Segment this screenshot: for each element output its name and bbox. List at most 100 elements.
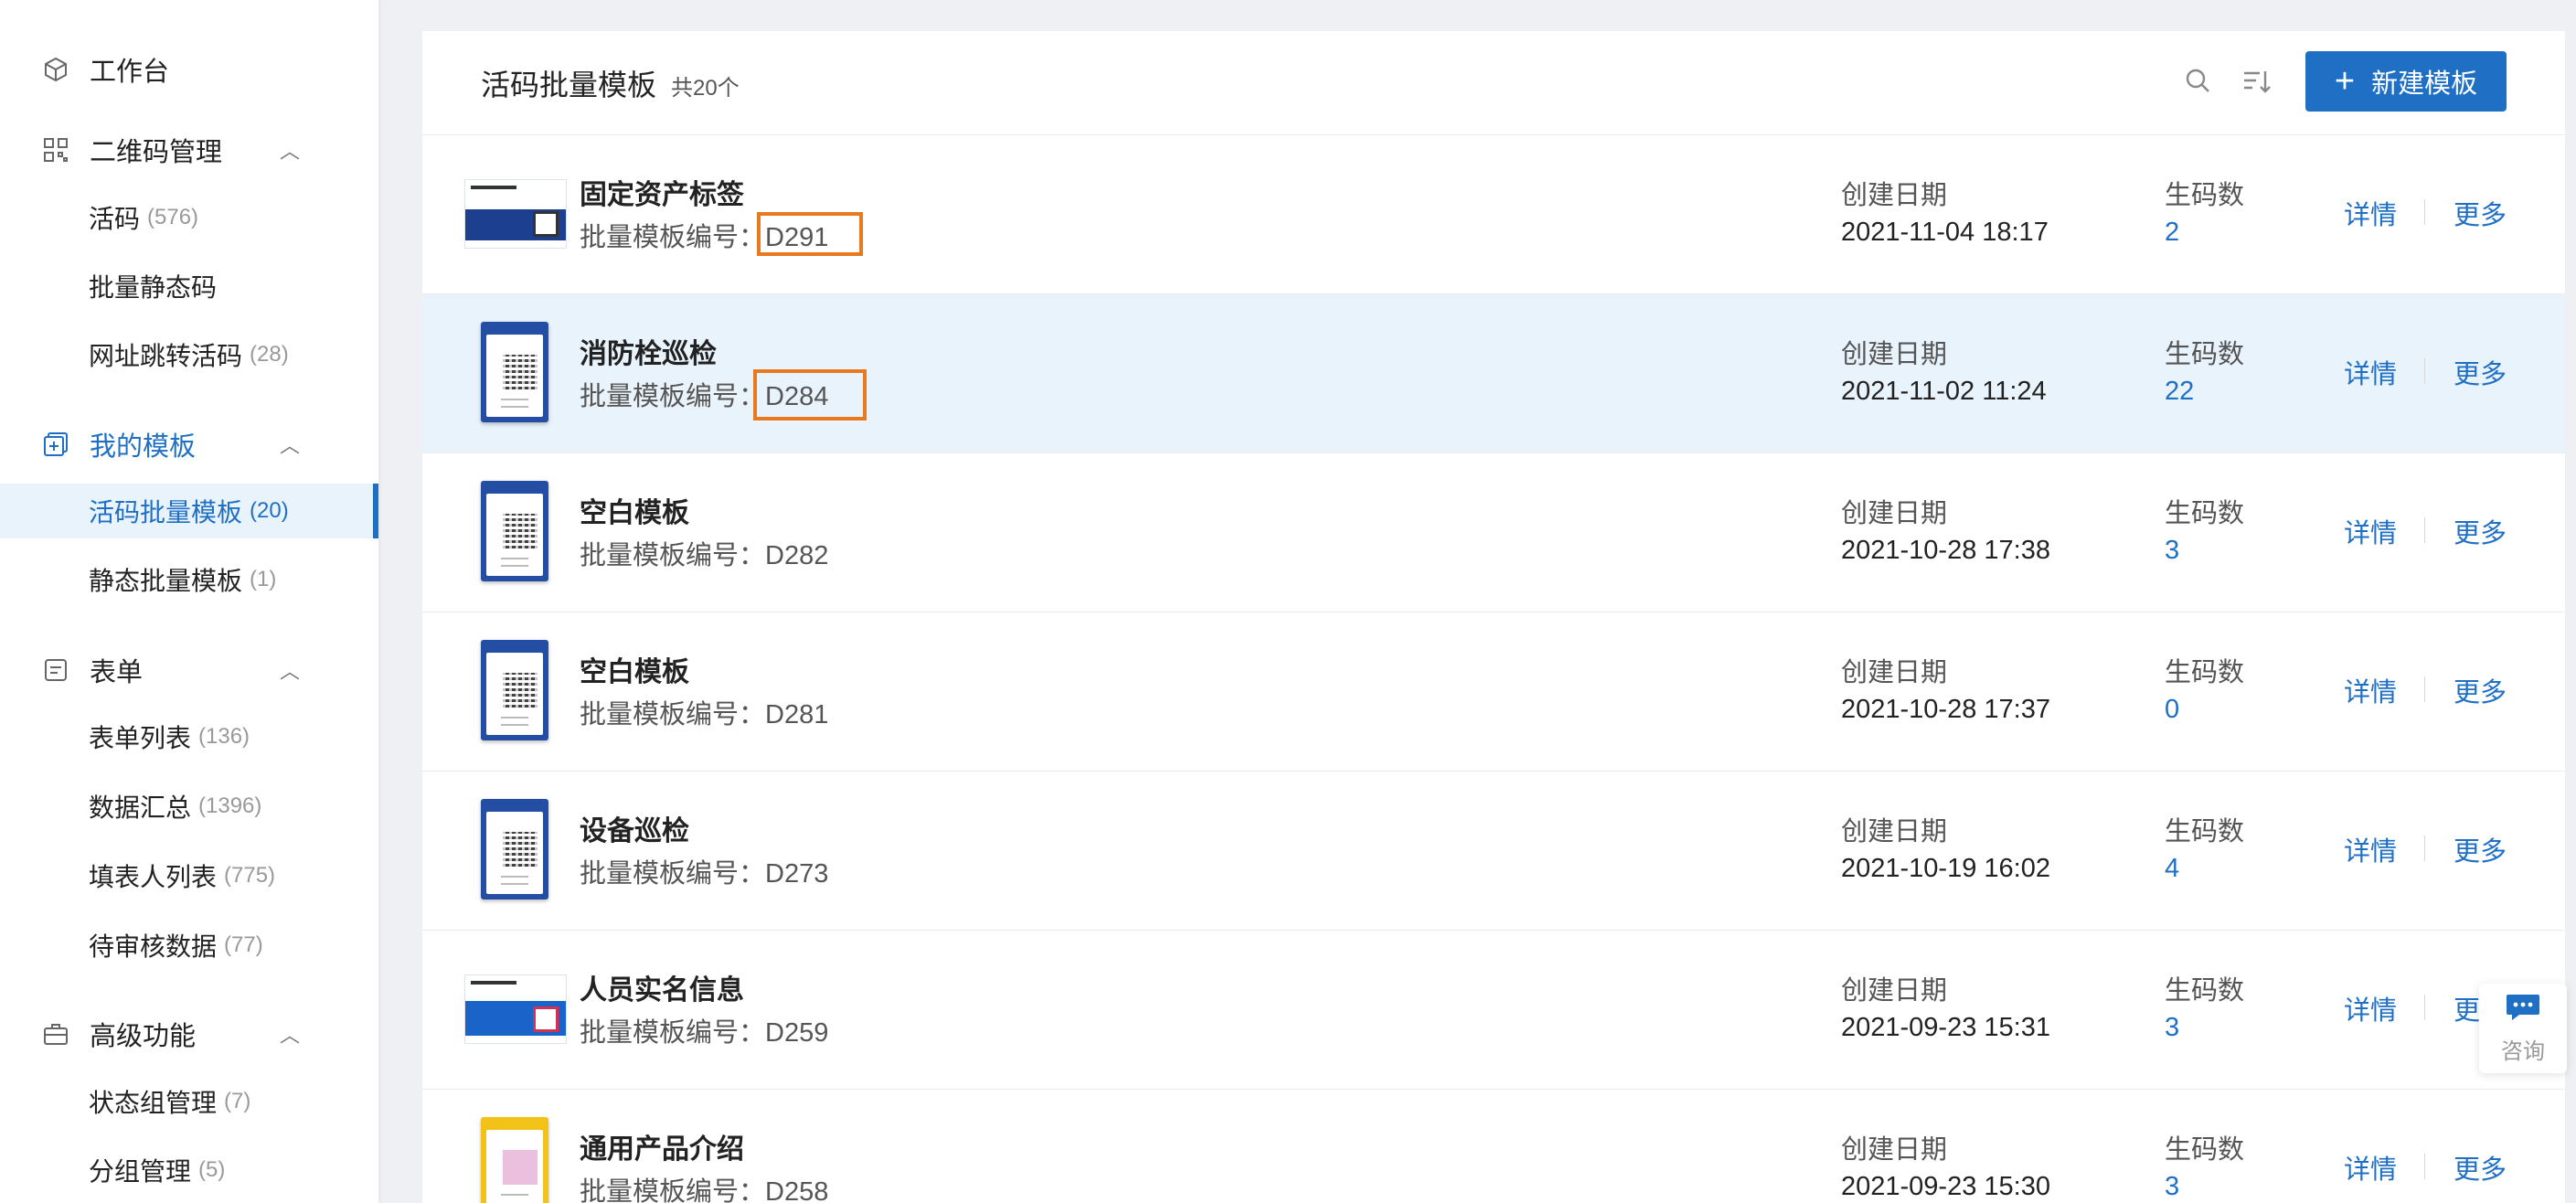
sidebar-item-form-list[interactable]: 表单列表 (136) — [0, 709, 378, 764]
code-count[interactable]: 3 — [2165, 536, 2179, 566]
chevron-up-icon: ︿ — [280, 1024, 301, 1047]
template-thumbnail — [481, 799, 548, 900]
sidebar-item-count: (775) — [224, 863, 276, 888]
sidebar-item-pending-review[interactable]: 待审核数据 (77) — [0, 918, 378, 973]
code-count[interactable]: 0 — [2165, 695, 2179, 725]
template-code-value: D273 — [765, 859, 829, 889]
divider — [2424, 199, 2425, 225]
template-thumbnail — [464, 179, 567, 249]
template-code-value: D258 — [765, 1177, 829, 1203]
divider — [2424, 1154, 2425, 1179]
more-link[interactable]: 更多 — [2454, 512, 2507, 550]
divider — [2424, 995, 2425, 1020]
table-row[interactable]: 消防栓巡检 批量模板编号：D284 创建日期 2021-11-02 11:24 … — [422, 294, 2565, 453]
sidebar-item-status-groups[interactable]: 状态组管理 (7) — [0, 1074, 378, 1129]
nav-group-forms[interactable]: 表单 ︿ — [0, 643, 378, 697]
table-row[interactable]: 设备巡检 批量模板编号：D273 创建日期 2021-10-19 16:02 生… — [422, 772, 2565, 931]
sidebar-item-count: (7) — [224, 1089, 251, 1113]
cube-icon — [40, 54, 71, 85]
sidebar-item-label: 待审核数据 — [89, 932, 218, 961]
sidebar-item-live-code[interactable]: 活码 (576) — [0, 190, 378, 245]
chevron-up-icon: ︿ — [280, 140, 301, 163]
code-count[interactable]: 2 — [2165, 218, 2179, 248]
template-thumbnail — [464, 974, 567, 1044]
code-count[interactable]: 3 — [2165, 1172, 2179, 1202]
divider — [2424, 517, 2425, 543]
date-label: 创建日期 — [1841, 817, 1948, 846]
detail-link[interactable]: 详情 — [2344, 512, 2397, 550]
total-count: 共20个 — [671, 76, 740, 101]
date-label: 创建日期 — [1841, 976, 1948, 1006]
more-link[interactable]: 更多 — [2454, 830, 2507, 868]
count-label: 生码数 — [2165, 658, 2245, 687]
sort-icon[interactable] — [2241, 66, 2274, 99]
table-row[interactable]: 空白模板 批量模板编号：D281 创建日期 2021-10-28 17:37 生… — [422, 612, 2565, 772]
template-code-label: 批量模板编号： — [580, 700, 766, 729]
nav-workbench[interactable]: 工作台 — [0, 42, 378, 97]
new-template-button[interactable]: + 新建模板 — [2305, 51, 2507, 112]
count-label: 生码数 — [2165, 340, 2245, 369]
new-template-label: 新建模板 — [2371, 69, 2478, 99]
nav-workbench-label: 工作台 — [90, 58, 170, 87]
sidebar-item-count: (576) — [147, 205, 199, 229]
sidebar-item-batch-static[interactable]: 批量静态码 — [0, 259, 378, 314]
template-code: 批量模板编号：D281 — [580, 693, 828, 731]
table-row[interactable]: 通用产品介绍 批量模板编号：D258 创建日期 2021-09-23 15:30… — [422, 1090, 2565, 1203]
sidebar-item-count: (28) — [250, 342, 289, 367]
consult-label: 咨询 — [2501, 1039, 2545, 1064]
sidebar-item-data-summary[interactable]: 数据汇总 (1396) — [0, 779, 378, 834]
more-link[interactable]: 更多 — [2454, 353, 2507, 391]
consult-button[interactable]: 咨询 — [2479, 984, 2567, 1073]
count-label: 生码数 — [2165, 181, 2245, 210]
table-row[interactable]: 空白模板 批量模板编号：D282 创建日期 2021-10-28 17:38 生… — [422, 453, 2565, 612]
template-name: 人员实名信息 — [580, 975, 744, 1006]
nav-group-qr[interactable]: 二维码管理 ︿ — [0, 122, 378, 177]
nav-group-advanced[interactable]: 高级功能 ︿ — [0, 1006, 378, 1061]
search-icon[interactable] — [2183, 66, 2216, 99]
created-date: 2021-10-28 17:37 — [1841, 695, 2050, 724]
table-row[interactable]: 固定资产标签 批量模板编号：D291 创建日期 2021-11-04 18:17… — [422, 135, 2565, 294]
count-label: 生码数 — [2165, 976, 2245, 1006]
sidebar-item-url-redirect[interactable]: 网址跳转活码 (28) — [0, 327, 378, 382]
table-row[interactable]: 人员实名信息 批量模板编号：D259 创建日期 2021-09-23 15:31… — [422, 931, 2565, 1090]
sidebar-item-count: (20) — [250, 498, 289, 523]
detail-link[interactable]: 详情 — [2344, 353, 2397, 391]
sidebar-item-filler-list[interactable]: 填表人列表 (775) — [0, 848, 378, 903]
code-count[interactable]: 4 — [2165, 854, 2179, 884]
count-label: 生码数 — [2165, 499, 2245, 528]
sidebar-item-label: 分组管理 — [89, 1157, 192, 1186]
sidebar-item-static-batch-template[interactable]: 静态批量模板 (1) — [0, 552, 378, 607]
more-link[interactable]: 更多 — [2454, 194, 2507, 232]
sidebar-item-count: (136) — [198, 724, 250, 749]
template-code-label: 批量模板编号： — [580, 382, 766, 411]
detail-link[interactable]: 详情 — [2344, 194, 2397, 232]
detail-link[interactable]: 详情 — [2344, 989, 2397, 1027]
template-name: 消防栓巡检 — [580, 339, 717, 369]
divider — [2424, 676, 2425, 702]
sidebar-item-label: 数据汇总 — [89, 793, 192, 822]
code-count[interactable]: 3 — [2165, 1013, 2179, 1043]
sidebar-item-label: 表单列表 — [89, 724, 192, 752]
detail-link[interactable]: 详情 — [2344, 1148, 2397, 1187]
sidebar-item-group-management[interactable]: 分组管理 (5) — [0, 1143, 378, 1198]
sidebar-item-label: 静态批量模板 — [89, 567, 243, 595]
count-label: 生码数 — [2165, 1135, 2245, 1165]
template-code: 批量模板编号：D273 — [580, 852, 828, 890]
nav-group-templates[interactable]: 我的模板 ︿ — [0, 417, 378, 472]
created-date: 2021-10-19 16:02 — [1841, 854, 2050, 883]
template-code-label: 批量模板编号： — [580, 223, 766, 252]
more-link[interactable]: 更多 — [2454, 1148, 2507, 1187]
template-name: 设备巡检 — [580, 816, 689, 846]
template-code: 批量模板编号：D258 — [580, 1170, 828, 1203]
code-count[interactable]: 22 — [2165, 377, 2194, 407]
more-link[interactable]: 更多 — [2454, 671, 2507, 709]
highlight-box — [753, 369, 867, 421]
date-label: 创建日期 — [1841, 340, 1948, 369]
sidebar-item-live-batch-template[interactable]: 活码批量模板 (20) — [0, 484, 378, 538]
created-date: 2021-09-23 15:31 — [1841, 1013, 2050, 1042]
detail-link[interactable]: 详情 — [2344, 830, 2397, 868]
template-code-label: 批量模板编号： — [580, 859, 766, 889]
template-name: 通用产品介绍 — [580, 1134, 744, 1165]
detail-link[interactable]: 详情 — [2344, 671, 2397, 709]
date-label: 创建日期 — [1841, 1135, 1948, 1165]
